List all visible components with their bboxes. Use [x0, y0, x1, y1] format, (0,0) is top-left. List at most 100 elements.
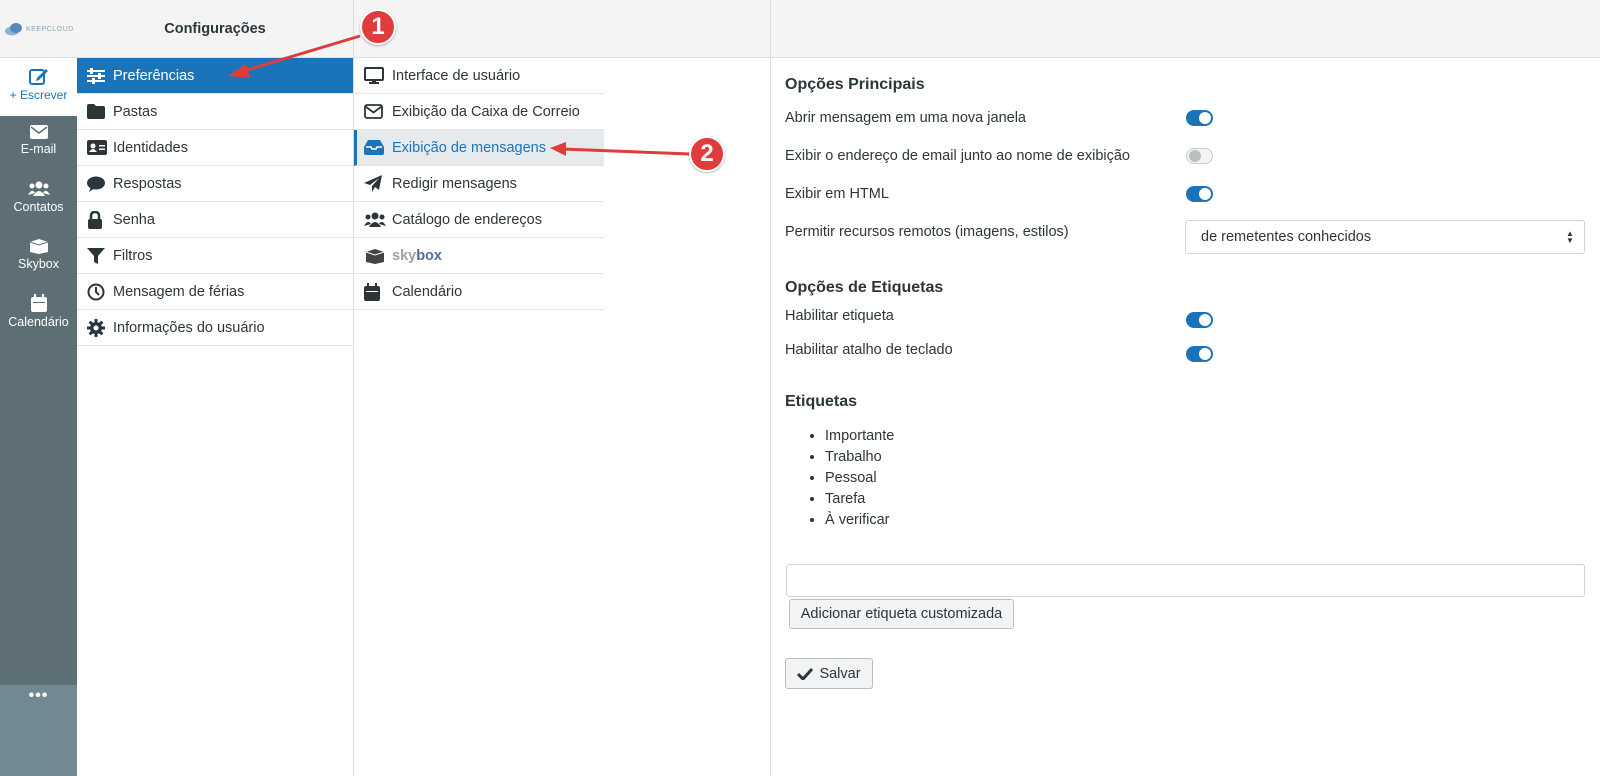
annotation-marker-2: 2 [689, 136, 725, 172]
more-menu-button[interactable]: ••• [0, 685, 77, 776]
section-label: Calendário [392, 283, 463, 300]
envelope-outline-icon [364, 104, 383, 119]
tag-item: Tarefa [825, 491, 894, 512]
monitor-icon [364, 67, 384, 84]
main-options-title: Opções Principais [785, 76, 925, 93]
users-icon [364, 212, 386, 227]
option-label: Exibir em HTML [785, 186, 889, 202]
sections-header [354, 0, 770, 58]
tags-title: Etiquetas [785, 393, 858, 410]
tag-item: Importante [825, 428, 894, 449]
menu-item-label: Respostas [113, 175, 182, 192]
section-redigir-mensagens[interactable]: Redigir mensagens [354, 166, 604, 202]
menu-item-pastas[interactable]: Pastas [77, 94, 353, 130]
skybox-label-part2: box [416, 247, 442, 264]
option-label: Habilitar atalho de teclado [785, 342, 953, 358]
tag-options-title: Opções de Etiquetas [785, 279, 944, 296]
section-interface-de-usuario[interactable]: Interface de usuário [354, 58, 604, 94]
skybox-label-part1: sky [392, 247, 417, 264]
app-rail: KEEPCLOUD + Escrever E-mail Contatos Sky… [0, 0, 77, 776]
section-label: Interface de usuário [392, 67, 521, 84]
menu-item-label: Identidades [113, 139, 188, 156]
gear-icon [87, 318, 105, 337]
sliders-icon [87, 67, 105, 84]
settings-menu: Configurações Preferências Pastas Identi… [77, 0, 354, 776]
paper-plane-icon [364, 174, 382, 192]
section-label: Catálogo de endereços [392, 211, 542, 228]
compose-label: + Escrever [9, 88, 68, 102]
calendar-icon [30, 294, 47, 312]
save-label: Salvar [819, 665, 861, 682]
menu-item-label: Mensagem de férias [113, 283, 245, 300]
rail-item-label: E-mail [20, 142, 57, 156]
app: KEEPCLOUD + Escrever E-mail Contatos Sky… [0, 0, 1600, 776]
custom-tag-input[interactable] [786, 564, 1585, 597]
edit-icon [28, 69, 48, 85]
rail-item-label: Calendário [8, 315, 69, 329]
section-label: Exibição de mensagens [392, 139, 546, 156]
enable-shortcut-toggle[interactable] [1186, 346, 1213, 362]
users-icon [27, 181, 50, 196]
add-custom-tag-button[interactable]: Adicionar etiqueta customizada [789, 599, 1014, 629]
section-label: Redigir mensagens [392, 175, 517, 192]
compose-button[interactable]: + Escrever [0, 58, 77, 116]
menu-item-identidades[interactable]: Identidades [77, 130, 353, 166]
show-html-toggle[interactable] [1186, 186, 1213, 202]
rail-header: KEEPCLOUD [0, 0, 77, 58]
open-new-window-toggle[interactable] [1186, 110, 1213, 126]
logo: KEEPCLOUD [4, 22, 74, 36]
tag-item: Pessoal [825, 470, 894, 491]
more-dots-icon: ••• [28, 687, 49, 704]
preferences-sections: Interface de usuário Exibição da Caixa d… [354, 0, 771, 776]
menu-item-label: Pastas [113, 103, 158, 120]
folder-icon [87, 104, 105, 119]
menu-item-filtros[interactable]: Filtros [77, 238, 353, 274]
lock-icon [88, 210, 102, 229]
inbox-icon [364, 140, 384, 155]
tags-list: Importante Trabalho Pessoal Tarefa À ver… [825, 428, 894, 533]
check-icon [797, 667, 814, 680]
select-value: de remetentes conhecidos [1201, 229, 1372, 245]
save-button[interactable]: Salvar [785, 658, 873, 689]
settings-title: Configurações [77, 0, 353, 58]
menu-item-label: Preferências [113, 67, 195, 84]
menu-item-label: Senha [113, 211, 155, 228]
section-exibicao-de-mensagens[interactable]: Exibição de mensagens [354, 130, 604, 166]
option-label: Habilitar etiqueta [785, 308, 894, 324]
tag-item: À verificar [825, 512, 894, 533]
option-label: Abrir mensagem em uma nova janela [785, 110, 1026, 126]
logo-text: KEEPCLOUD [26, 25, 74, 33]
menu-item-respostas[interactable]: Respostas [77, 166, 353, 202]
section-exibicao-da-caixa-de-correio[interactable]: Exibição da Caixa de Correio [354, 94, 604, 130]
menu-item-label: Informações do usuário [113, 319, 265, 336]
tag-item: Trabalho [825, 449, 894, 470]
cloud-logo-icon [5, 23, 22, 36]
rail-item-label: Skybox [18, 257, 59, 271]
menu-item-senha[interactable]: Senha [77, 202, 353, 238]
rail-item-email[interactable]: E-mail [0, 125, 77, 156]
section-label: skybox [392, 248, 442, 264]
show-email-address-toggle[interactable] [1186, 148, 1213, 164]
option-label: Exibir o endereço de email junto ao nome… [785, 148, 1130, 164]
envelope-icon [29, 125, 48, 139]
menu-item-mensagem-de-ferias[interactable]: Mensagem de férias [77, 274, 353, 310]
rail-item-skybox[interactable]: Skybox [0, 238, 77, 271]
calendar-icon [364, 282, 380, 301]
box-icon [29, 239, 48, 254]
id-card-icon [87, 140, 107, 155]
menu-item-preferencias[interactable]: Preferências [77, 58, 353, 94]
section-skybox[interactable]: skybox [354, 238, 604, 274]
section-calendario[interactable]: Calendário [354, 274, 604, 310]
section-catalogo-de-enderecos[interactable]: Catálogo de endereços [354, 202, 604, 238]
menu-item-informacoes-do-usuario[interactable]: Informações do usuário [77, 310, 353, 346]
remote-resources-select[interactable]: de remetentes conhecidos ▲ ▼ [1185, 220, 1585, 254]
annotation-marker-1: 1 [360, 9, 396, 45]
option-label: Permitir recursos remotos (imagens, esti… [785, 224, 1069, 240]
clock-icon [87, 283, 105, 300]
rail-item-contatos[interactable]: Contatos [0, 181, 77, 214]
enable-tag-toggle[interactable] [1186, 312, 1213, 328]
content-header [771, 0, 1600, 58]
comment-icon [87, 176, 105, 192]
rail-item-calendario[interactable]: Calendário [0, 294, 77, 329]
section-label: Exibição da Caixa de Correio [392, 103, 580, 120]
